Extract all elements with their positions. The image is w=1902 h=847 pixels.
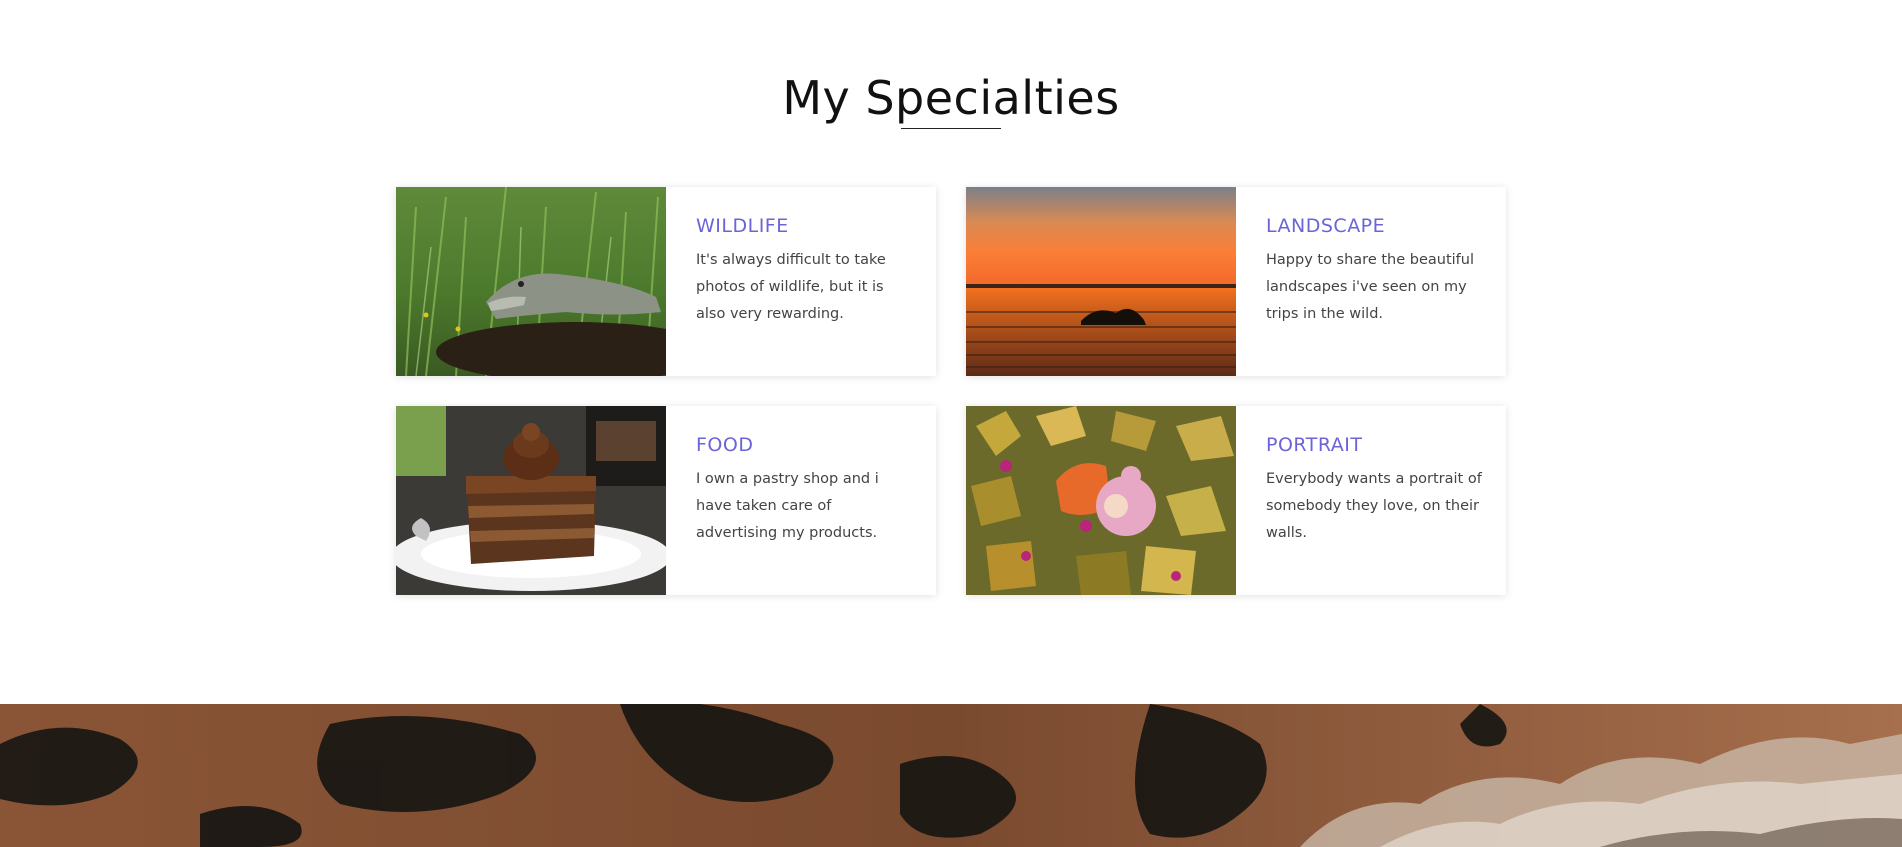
landscape-description: Happy to share the beautiful landscapes … xyxy=(1266,252,1474,322)
wildlife-card-body: WILDLIFE It's always difficult to take p… xyxy=(666,187,936,376)
portrait-heading: PORTRAIT xyxy=(1266,434,1363,456)
section-title: My Specialties xyxy=(782,71,1120,125)
food-card-body: FOOD I own a pastry shop and i have take… xyxy=(666,406,936,595)
specialty-card-portrait: PORTRAIT Everybody wants a portrait of s… xyxy=(966,406,1506,595)
landscape-heading: LANDSCAPE xyxy=(1266,215,1386,237)
aerial-coastline-banner xyxy=(0,704,1902,847)
food-image xyxy=(396,406,666,595)
portrait-description: Everybody wants a portrait of somebody t… xyxy=(1266,471,1482,541)
wildlife-heading: WILDLIFE xyxy=(696,215,789,237)
specialty-card-food: FOOD I own a pastry shop and i have take… xyxy=(396,406,936,595)
portrait-card-body: PORTRAIT Everybody wants a portrait of s… xyxy=(1236,406,1506,595)
page: My Specialties WILDLIFE It's always diff… xyxy=(0,0,1902,847)
wildlife-image xyxy=(396,187,666,376)
food-heading: FOOD xyxy=(696,434,754,456)
wildlife-description: It's always difficult to take photos of … xyxy=(696,252,886,322)
landscape-card-body: LANDSCAPE Happy to share the beautiful l… xyxy=(1236,187,1506,376)
food-description: I own a pastry shop and i have taken car… xyxy=(696,471,879,541)
specialty-card-wildlife: WILDLIFE It's always difficult to take p… xyxy=(396,187,936,376)
landscape-image xyxy=(966,187,1236,376)
specialty-card-landscape: LANDSCAPE Happy to share the beautiful l… xyxy=(966,187,1506,376)
title-underline xyxy=(901,128,1001,129)
portrait-image xyxy=(966,406,1236,595)
